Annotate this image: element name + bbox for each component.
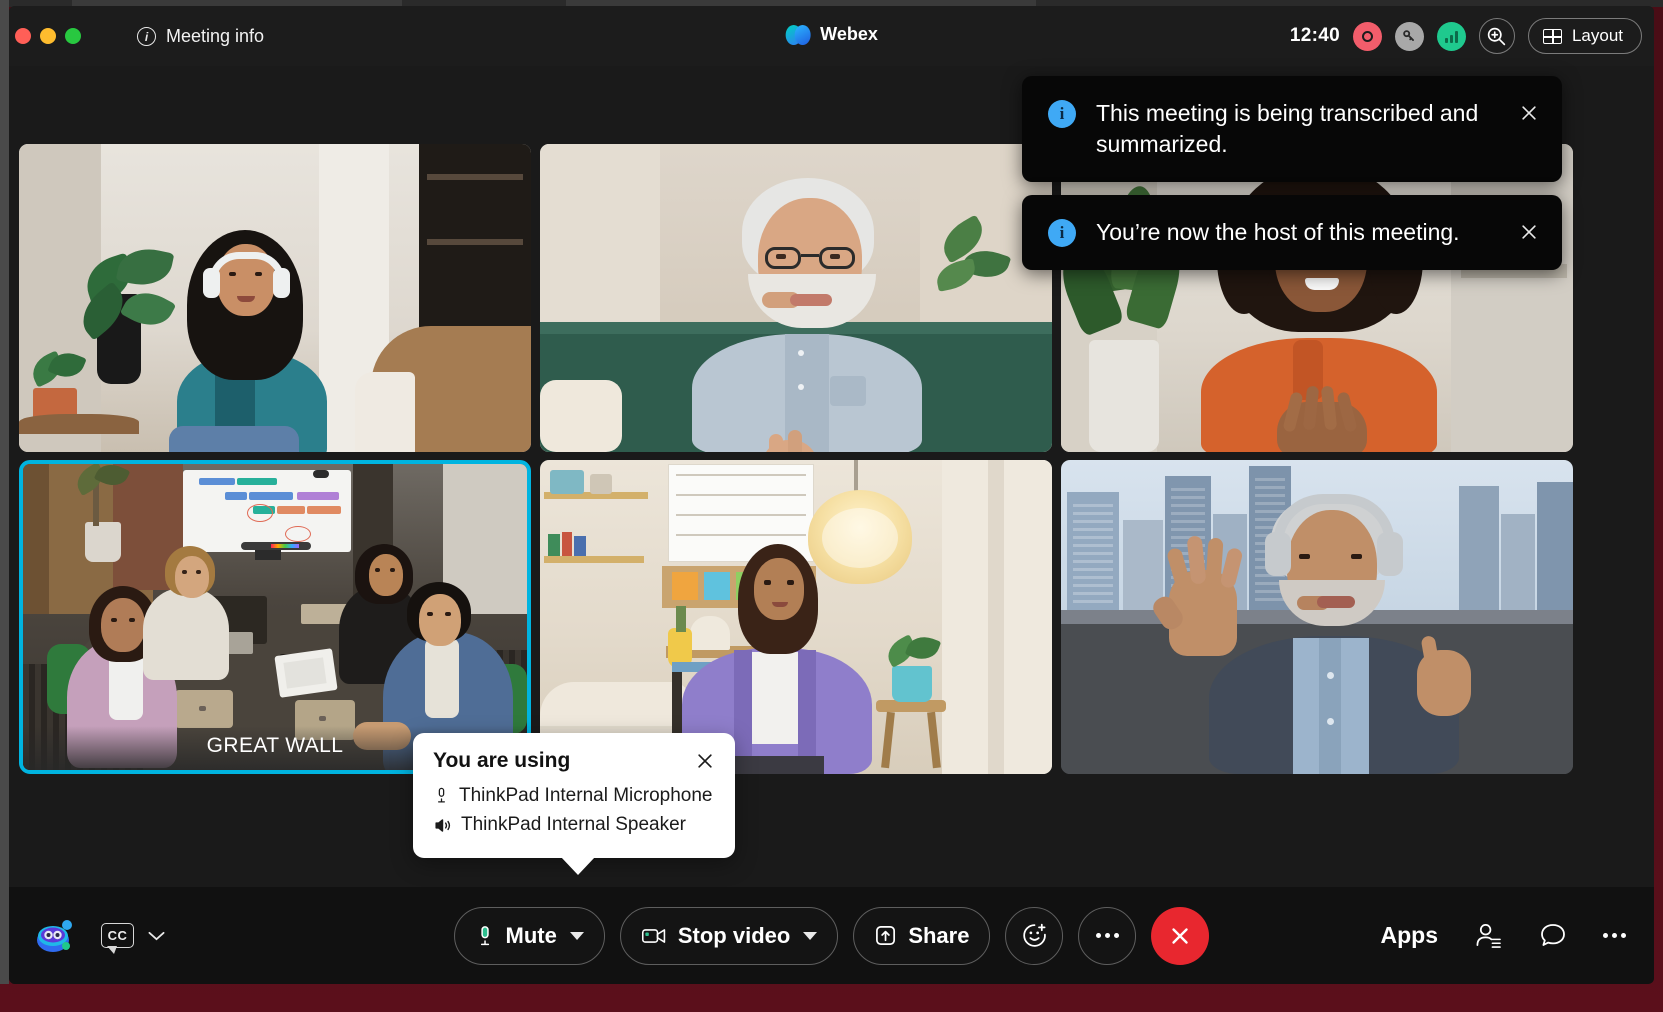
cc-label: CC — [107, 928, 128, 943]
layout-grid-icon — [1542, 28, 1562, 44]
ellipsis-icon — [1095, 933, 1119, 938]
apps-button[interactable]: Apps — [1381, 922, 1439, 949]
notification-message: You’re now the host of this meeting. — [1096, 219, 1460, 245]
microphone-device-row[interactable]: ThinkPad Internal Microphone — [433, 781, 715, 810]
video-tile-1[interactable] — [19, 144, 531, 452]
ellipsis-icon — [1603, 933, 1626, 938]
zoom-in-button[interactable] — [1478, 18, 1515, 54]
window-frame-left — [0, 0, 9, 984]
video-tile-3[interactable] — [1061, 144, 1573, 452]
mute-button[interactable]: Mute — [453, 906, 605, 965]
title-bar: i Meeting info Webex 12:40 Layout — [9, 6, 1654, 66]
meeting-info-button[interactable]: i Meeting info — [129, 22, 272, 51]
video-tile-4-great-wall[interactable]: GREAT WALL — [19, 460, 531, 774]
video-tile-2[interactable] — [540, 144, 1052, 452]
participant-video-1 — [19, 144, 531, 452]
participant-video-3 — [1061, 144, 1573, 452]
brand-name: Webex — [820, 24, 878, 44]
meeting-clock: 12:40 — [1289, 25, 1340, 46]
reactions-button[interactable] — [1005, 906, 1064, 965]
notification-toast-transcription: i This meeting is being transcribed and … — [1022, 76, 1562, 183]
chevron-down-icon[interactable] — [569, 931, 584, 940]
minimize-window-button[interactable] — [40, 28, 56, 44]
meeting-control-bar: CC Mute Stop video Share Apps — [9, 887, 1654, 984]
layout-button[interactable]: Layout — [1527, 18, 1642, 54]
speaker-device-row[interactable]: ThinkPad Internal Speaker — [433, 810, 715, 839]
stop-video-button[interactable]: Stop video — [619, 906, 839, 965]
leave-meeting-button[interactable] — [1151, 906, 1210, 965]
chevron-down-icon[interactable] — [147, 930, 166, 942]
share-button[interactable]: Share — [853, 906, 991, 965]
popover-header: You are using — [433, 749, 715, 773]
meeting-info-label: Meeting info — [166, 26, 265, 46]
participant-video-4 — [23, 464, 527, 770]
title-bar-right-group: 12:40 Layout — [1290, 18, 1642, 54]
popover-tail — [561, 856, 595, 875]
participants-button[interactable] — [1474, 922, 1503, 949]
participant-video-6 — [1061, 460, 1573, 774]
mute-label: Mute — [505, 922, 557, 948]
close-icon[interactable] — [695, 751, 715, 771]
maximize-window-button[interactable] — [65, 28, 81, 44]
webex-ai-assistant-icon[interactable] — [33, 918, 75, 954]
more-button[interactable] — [1603, 933, 1626, 938]
stop-video-label: Stop video — [677, 922, 791, 948]
popover-title: You are using — [433, 749, 571, 772]
window-traffic-lights — [15, 28, 81, 44]
close-icon[interactable] — [1516, 219, 1542, 245]
info-icon: i — [137, 27, 156, 46]
webex-logo-icon — [785, 24, 811, 45]
webex-meeting-window: i Meeting info Webex 12:40 Layout GREAT … — [9, 6, 1654, 984]
encryption-key-icon[interactable] — [1394, 21, 1424, 51]
notification-message: This meeting is being transcribed and su… — [1096, 100, 1479, 158]
microphone-icon — [475, 924, 495, 948]
desktop-background: i Meeting info Webex 12:40 Layout GREAT … — [0, 0, 1663, 1012]
info-icon: i — [1048, 100, 1076, 128]
closed-captions-button[interactable]: CC — [101, 923, 166, 954]
webex-brand: Webex — [785, 24, 878, 45]
more-options-button[interactable] — [1078, 906, 1137, 965]
close-icon[interactable] — [1516, 100, 1542, 126]
participant-video-2 — [540, 144, 1052, 452]
speaker-device-name: ThinkPad Internal Speaker — [461, 814, 686, 836]
chevron-down-icon[interactable] — [803, 931, 818, 940]
layout-label: Layout — [1571, 26, 1623, 45]
audio-devices-popover: You are using ThinkPad Internal Micropho… — [413, 733, 735, 875]
microphone-device-name: ThinkPad Internal Microphone — [459, 785, 713, 806]
participant-video-5 — [540, 460, 1052, 774]
recording-indicator-icon[interactable] — [1352, 21, 1382, 51]
info-icon: i — [1048, 219, 1076, 247]
microphone-icon — [433, 786, 450, 805]
video-tile-6[interactable] — [1061, 460, 1573, 774]
network-signal-icon[interactable] — [1436, 21, 1466, 51]
speaker-icon — [433, 816, 452, 835]
close-window-button[interactable] — [15, 28, 31, 44]
chat-button[interactable] — [1539, 922, 1567, 950]
control-bar-left: CC — [33, 918, 166, 954]
camera-icon — [641, 926, 667, 946]
share-label: Share — [908, 922, 970, 948]
video-tile-5[interactable] — [540, 460, 1052, 774]
share-screen-icon — [874, 924, 897, 947]
control-bar-right: Apps — [1381, 922, 1626, 950]
notification-toast-host: i You’re now the host of this meeting. — [1022, 195, 1562, 271]
control-bar-center: Mute Stop video Share — [453, 906, 1210, 965]
cc-icon: CC — [101, 923, 134, 954]
